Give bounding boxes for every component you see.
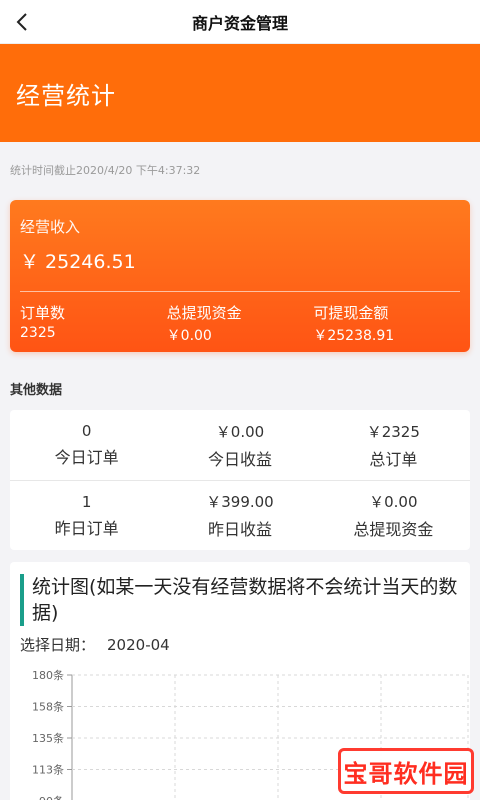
date-label: 选择日期： — [20, 636, 96, 654]
y-tick-label: 113条 — [32, 763, 64, 777]
stat-value: ￥25238.91 — [313, 328, 395, 344]
cell-label: 昨日收益 — [207, 520, 272, 539]
income-stat-withdrawable: 可提现金额 ￥25238.91 — [313, 302, 460, 345]
divider — [20, 291, 460, 292]
cell-label: 今日收益 — [207, 449, 272, 469]
stat-label: 可提现金额 — [313, 304, 389, 322]
date-selector[interactable]: 选择日期： 2020-04 — [20, 634, 460, 655]
other-data-grid: 0 今日订单 ￥0.00 今日收益 ￥2325 总订单 1 昨日订单 ￥399.… — [10, 410, 470, 550]
page-title: 商户资金管理 — [191, 13, 288, 33]
y-tick-label: 90条 — [39, 794, 64, 800]
income-stat-total-withdrawn: 总提现资金 ￥0.00 — [167, 302, 314, 345]
watermark-text: 宝哥软件园 — [343, 759, 469, 788]
cell-label: 总订单 — [369, 449, 418, 469]
cell-label: 今日订单 — [54, 448, 119, 467]
banner: 经营统计 — [0, 44, 480, 142]
cell-value: ￥0.00 — [369, 493, 418, 511]
grid-cell: 1 昨日订单 — [10, 493, 163, 539]
grid-row: 0 今日订单 ￥0.00 今日收益 ￥2325 总订单 — [10, 410, 470, 480]
chevron-left-icon — [16, 13, 27, 31]
cell-value: ￥0.00 — [215, 422, 265, 441]
other-data-title: 其他数据 — [10, 383, 63, 398]
top-bar: 商户资金管理 — [0, 0, 480, 44]
grid-cell: ￥0.00 今日收益 — [163, 421, 316, 470]
income-amount: ￥ 25246.51 — [20, 251, 136, 273]
grid-cell: ￥2325 总订单 — [317, 421, 470, 470]
grid-cell: ￥399.00 昨日收益 — [163, 491, 316, 540]
back-button[interactable] — [10, 8, 34, 36]
watermark-logo: 宝哥软件园 — [338, 748, 474, 794]
banner-title: 经营统计 — [16, 81, 116, 110]
income-stat-orders: 订单数 2325 — [20, 302, 167, 345]
stat-value: 2325 — [20, 325, 56, 341]
cell-value: 1 — [81, 492, 92, 511]
y-tick-label: 180条 — [32, 668, 64, 682]
cell-value: ￥2325 — [366, 422, 420, 441]
income-label: 经营收入 — [20, 218, 81, 236]
cell-label: 总提现资金 — [353, 520, 434, 539]
y-tick-label: 158条 — [32, 700, 64, 714]
stat-time: 统计时间截止2020/4/20 下午4:37:32 — [10, 164, 201, 177]
income-card: 经营收入 ￥ 25246.51 订单数 2325 总提现资金 ￥0.00 可提现… — [10, 200, 470, 352]
date-value[interactable]: 2020-04 — [107, 636, 170, 654]
cell-label: 昨日订单 — [54, 518, 119, 538]
stat-label: 订单数 — [20, 304, 66, 322]
y-tick-label: 135条 — [32, 731, 64, 745]
stat-label: 总提现资金 — [166, 304, 242, 322]
chart-title: 统计图(如某一天没有经营数据将不会统计当天的数据) — [20, 574, 460, 626]
cell-value: 0 — [81, 422, 92, 440]
cell-value: ￥399.00 — [206, 493, 274, 511]
stat-value: ￥0.00 — [166, 328, 212, 344]
grid-cell: 0 今日订单 — [10, 422, 163, 468]
grid-cell: ￥0.00 总提现资金 — [317, 491, 470, 540]
grid-row: 1 昨日订单 ￥399.00 昨日收益 ￥0.00 总提现资金 — [10, 480, 470, 550]
